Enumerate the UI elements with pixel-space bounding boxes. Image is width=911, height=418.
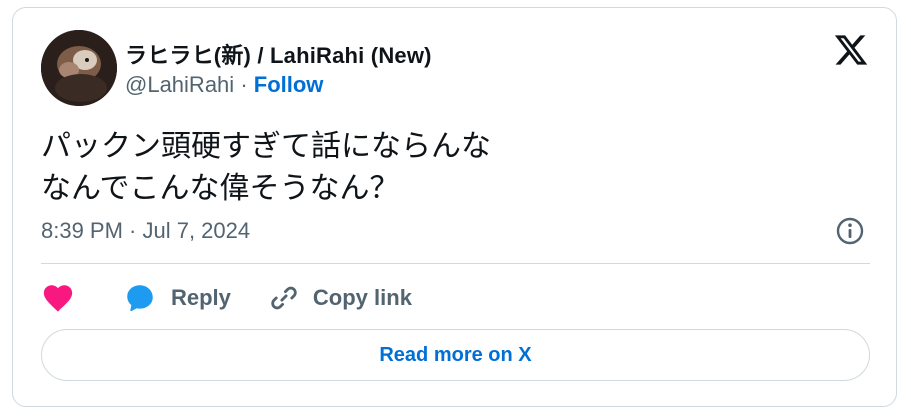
link-icon	[271, 286, 297, 310]
action-bar: Reply Copy link	[41, 280, 412, 316]
avatar[interactable]	[41, 30, 117, 106]
x-logo-icon[interactable]	[833, 32, 869, 68]
copy-link-button[interactable]: Copy link	[267, 281, 412, 315]
author-handle-row: @LahiRahi · Follow	[125, 72, 323, 98]
divider	[41, 263, 870, 264]
follow-button[interactable]: Follow	[254, 72, 324, 97]
tweet-card: ラヒラヒ(新) / LahiRahi (New) @LahiRahi · Fol…	[12, 7, 897, 407]
reply-button[interactable]: Reply	[123, 281, 231, 315]
tweet-timestamp[interactable]: 8:39 PM · Jul 7, 2024	[41, 218, 250, 244]
separator-dot: ·	[240, 72, 248, 97]
like-button[interactable]	[41, 281, 75, 315]
tweet-line-2: なんでこんな偉そうなん？	[41, 172, 400, 205]
read-more-button[interactable]: Read more on X	[41, 329, 870, 381]
author-display-name[interactable]: ラヒラヒ(新) / LahiRahi (New)	[125, 38, 432, 70]
copy-link-label: Copy link	[312, 285, 412, 310]
author-handle[interactable]: @LahiRahi	[125, 72, 234, 97]
heart-icon	[43, 285, 73, 312]
tweet-text: パックン頭硬すぎて話にならんな なんでこんな偉そうなん？	[41, 126, 491, 210]
reply-label: Reply	[171, 285, 231, 310]
speech-bubble-icon	[127, 285, 153, 312]
info-icon[interactable]	[835, 216, 865, 246]
tweet-line-1: パックン頭硬すぎて話にならんな	[41, 130, 491, 163]
